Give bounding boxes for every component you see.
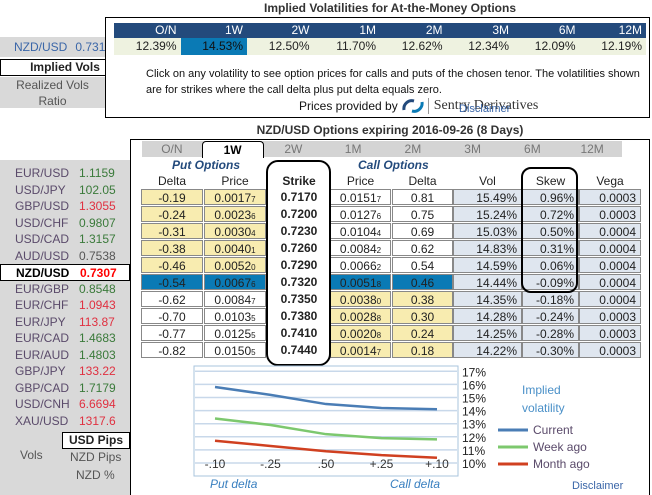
legend-label: Current — [533, 423, 574, 437]
options-disclaimer-link[interactable]: Disclaimer — [572, 480, 623, 492]
x-tick-label: +.25 — [370, 457, 394, 471]
y-tick-label: 16% — [462, 378, 486, 392]
y-tick-label: 14% — [462, 405, 486, 419]
y-tick-label: 12% — [462, 431, 486, 445]
x-tick-label: -.25 — [260, 457, 281, 471]
legend-label: Week ago — [533, 440, 587, 454]
y-tick-label: 11% — [462, 444, 485, 458]
vol-smile-chart: 17%16%15%14%13%12%11%10% -.10 -.25 .50 +.25 +… — [193, 365, 590, 477]
put-delta-label: Put delta — [210, 477, 258, 491]
y-tick-label: 15% — [462, 392, 486, 406]
y-tick-label: 10% — [462, 457, 486, 471]
legend-label: Month ago — [533, 457, 590, 471]
x-tick-label: +.10 — [425, 457, 449, 471]
y-tick-label: 17% — [462, 365, 486, 379]
x-tick-label: -.10 — [205, 457, 226, 471]
call-delta-label: Call delta — [390, 477, 441, 491]
legend-title: Implied volatility — [522, 383, 565, 415]
x-tick-label: .50 — [318, 457, 335, 471]
y-tick-label: 13% — [462, 418, 486, 432]
